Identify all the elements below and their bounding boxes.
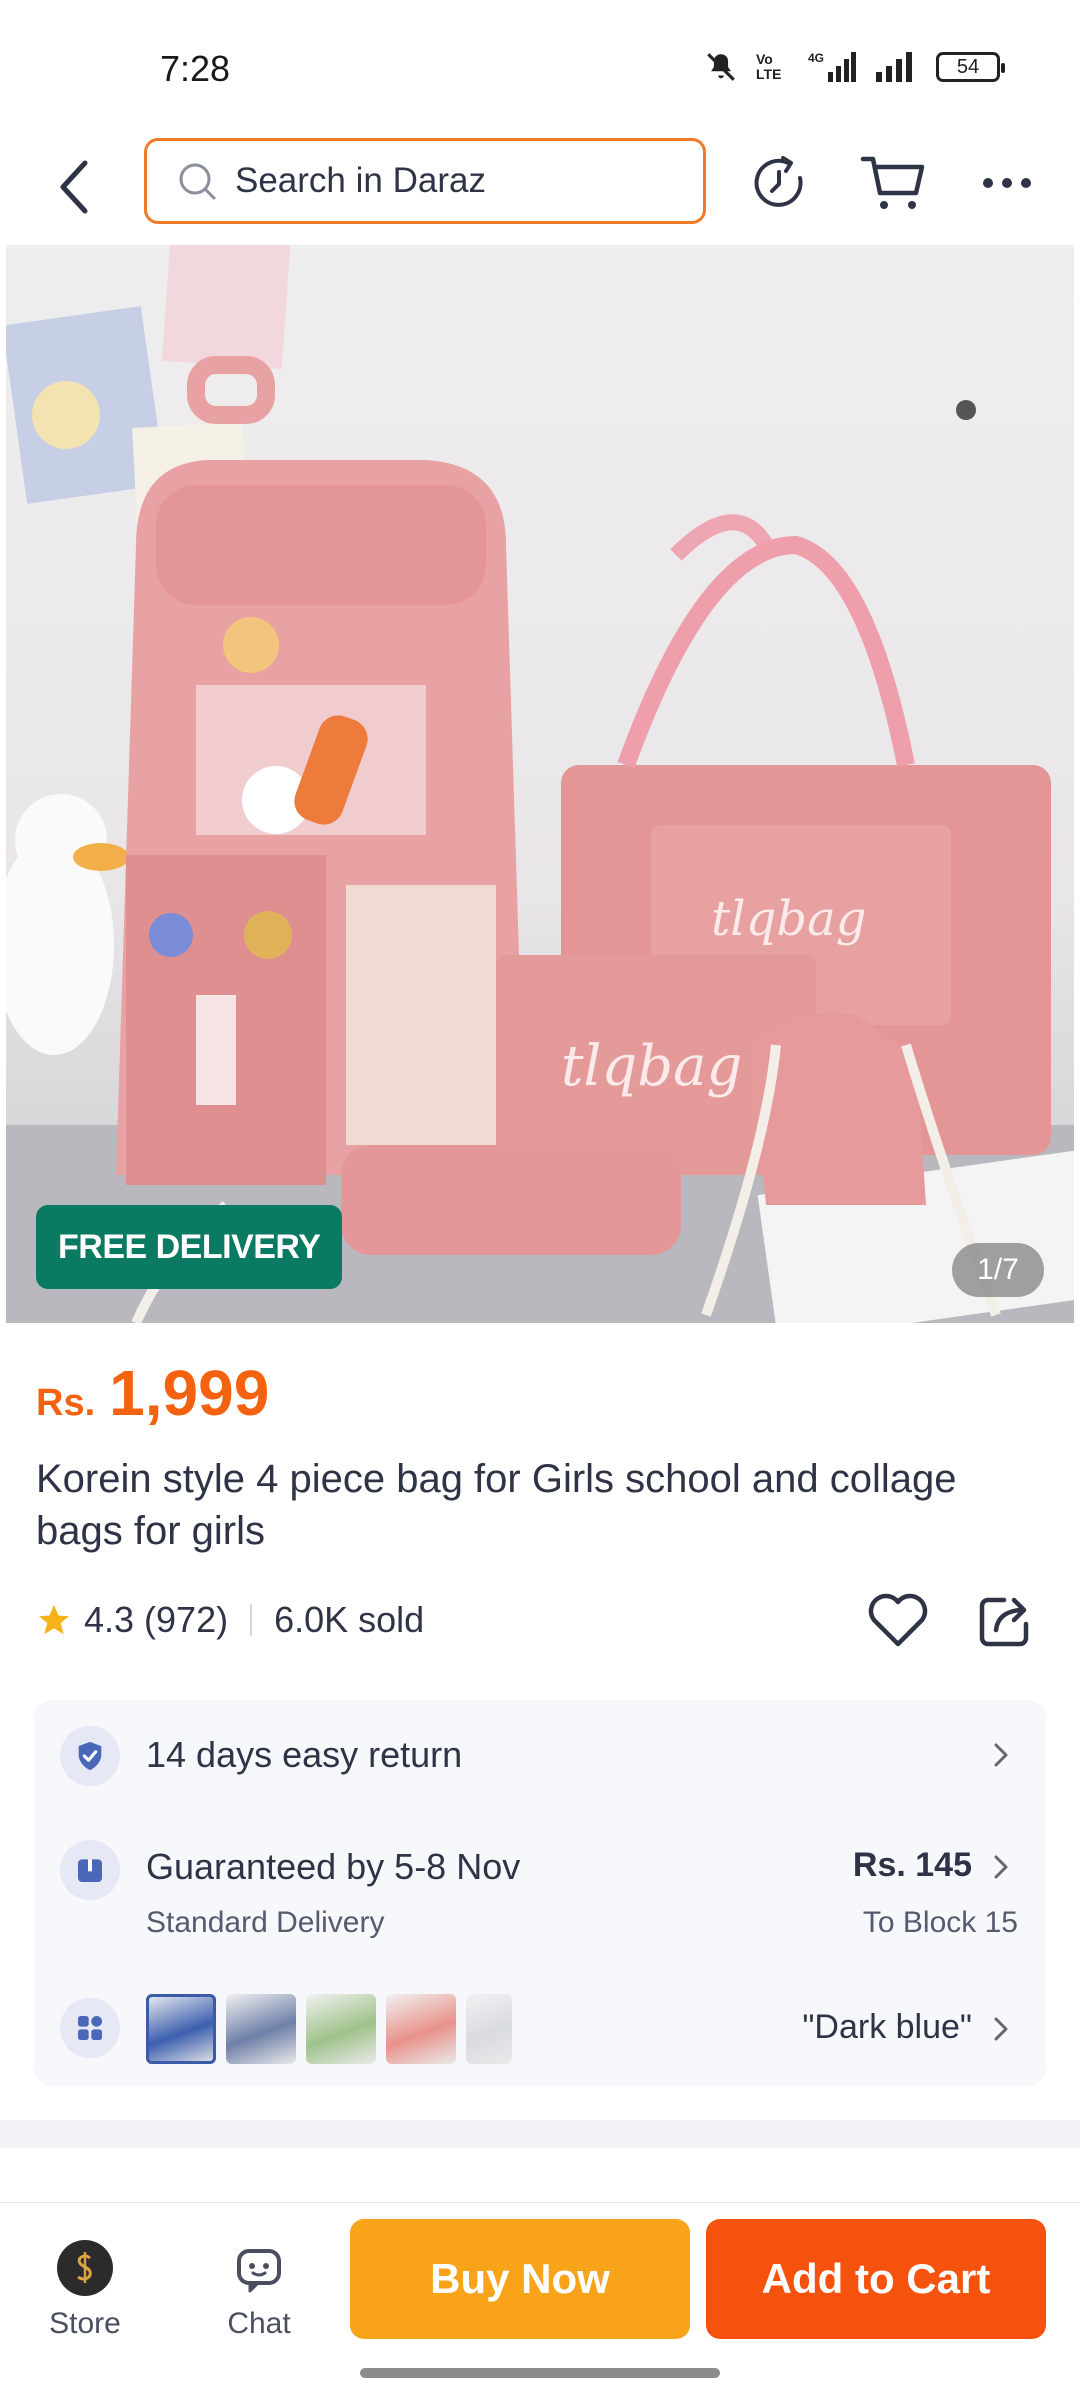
- variant-swatch[interactable]: [386, 1994, 456, 2064]
- delivery-icon-wrap: [60, 1840, 120, 1900]
- divider: [250, 1604, 253, 1636]
- chat-label: Chat: [227, 2307, 291, 2340]
- variant-row[interactable]: "Dark blue": [34, 1970, 1046, 2086]
- delivery-type: Standard Delivery: [146, 1906, 385, 1939]
- free-delivery-badge: FREE DELIVERY: [36, 1205, 343, 1289]
- rating-count: (972): [144, 1599, 229, 1640]
- top-nav: Search in Daraz: [0, 130, 1080, 242]
- search-placeholder: Search in Daraz: [235, 161, 486, 200]
- search-input[interactable]: Search in Daraz: [144, 138, 706, 224]
- status-icons: Vo LTE 4G 54: [704, 50, 1005, 84]
- price-currency: Rs.: [36, 1382, 96, 1424]
- delivery-location: To Block 15: [862, 1906, 1018, 1939]
- variant-swatch[interactable]: [306, 1994, 376, 2064]
- variant-swatch[interactable]: [226, 1994, 296, 2064]
- add-to-cart-button[interactable]: Add to Cart: [706, 2219, 1046, 2339]
- store-button[interactable]: Store: [30, 2239, 140, 2341]
- variant-icon-wrap: [60, 1998, 120, 2058]
- svg-text:4G: 4G: [808, 51, 824, 65]
- more-options-button[interactable]: [972, 148, 1042, 218]
- grid-icon: [78, 2016, 102, 2040]
- return-policy-row[interactable]: 14 days easy return: [34, 1700, 1046, 1810]
- product-image[interactable]: tlqbag tlqbag FREE DELIVERY 1/7: [6, 245, 1074, 1323]
- signal-icon: [876, 52, 912, 82]
- cart-icon: [860, 156, 925, 209]
- shield-check-icon: [78, 1741, 102, 1771]
- variant-swatches: [146, 1994, 512, 2064]
- share-icon: [979, 1597, 1029, 1647]
- battery-icon: 54: [936, 52, 1005, 82]
- wishlist-button[interactable]: [866, 1588, 930, 1652]
- store-logo-icon: [57, 2240, 113, 2296]
- product-price: Rs. 1,999: [36, 1356, 269, 1430]
- back-arrow-icon: [60, 160, 88, 214]
- battery-level: 54: [956, 55, 980, 78]
- price-value: 1,999: [109, 1357, 270, 1429]
- delivery-box-icon: [78, 1859, 102, 1882]
- service-info-card: 14 days easy return Guaranteed by 5-8 No…: [34, 1700, 1046, 2086]
- delivery-guarantee: Guaranteed by 5-8 Nov: [146, 1846, 521, 1887]
- sold-count: 6.0K sold: [274, 1599, 425, 1640]
- rating-value: 4.3: [84, 1599, 135, 1640]
- chevron-right-icon: [994, 1855, 1008, 1879]
- rating-row[interactable]: 4.3 (972) 6.0K sold: [36, 1592, 424, 1648]
- back-button[interactable]: [44, 152, 104, 222]
- variant-swatch[interactable]: [466, 1994, 512, 2064]
- history-button[interactable]: [744, 148, 814, 218]
- section-divider: [0, 2120, 1080, 2148]
- heart-icon: [868, 1593, 928, 1647]
- share-button[interactable]: [974, 1588, 1038, 1652]
- svg-text:tlqbag: tlqbag: [561, 1034, 742, 1099]
- delivery-row[interactable]: Guaranteed by 5-8 Nov Standard Delivery …: [34, 1810, 1046, 1970]
- variant-swatch[interactable]: [146, 1994, 216, 2064]
- chat-bot-icon: [237, 2249, 281, 2293]
- product-photo: tlqbag tlqbag: [6, 245, 1074, 1323]
- search-icon: [179, 163, 216, 200]
- volte-icon: Vo LTE: [756, 51, 782, 82]
- return-text: 14 days easy return: [146, 1734, 463, 1775]
- image-counter: 1/7: [952, 1243, 1044, 1297]
- tote-brand-text: tlqbag: [711, 891, 866, 947]
- status-bar: 7:28 Vo LTE 4G 54: [0, 0, 1080, 130]
- status-time: 7:28: [160, 48, 231, 89]
- mute-icon: [707, 53, 735, 81]
- chevron-right-icon: [994, 2017, 1008, 2041]
- star-icon: [39, 1605, 69, 1635]
- store-label: Store: [49, 2307, 121, 2340]
- history-icon: [754, 156, 803, 207]
- variant-selected: "Dark blue": [802, 2008, 972, 2046]
- chevron-right-icon: [994, 1743, 1008, 1767]
- more-icon: [983, 178, 1031, 188]
- buy-now-button[interactable]: Buy Now: [350, 2219, 690, 2339]
- delivery-fee: Rs. 145: [852, 1846, 972, 1884]
- chat-button[interactable]: Chat: [204, 2239, 314, 2341]
- signal-4g-icon: 4G: [808, 51, 856, 82]
- home-indicator[interactable]: [360, 2368, 720, 2378]
- cart-button[interactable]: [858, 148, 928, 218]
- product-title: Korein style 4 piece bag for Girls schoo…: [36, 1457, 957, 1553]
- return-icon-wrap: [60, 1726, 120, 1786]
